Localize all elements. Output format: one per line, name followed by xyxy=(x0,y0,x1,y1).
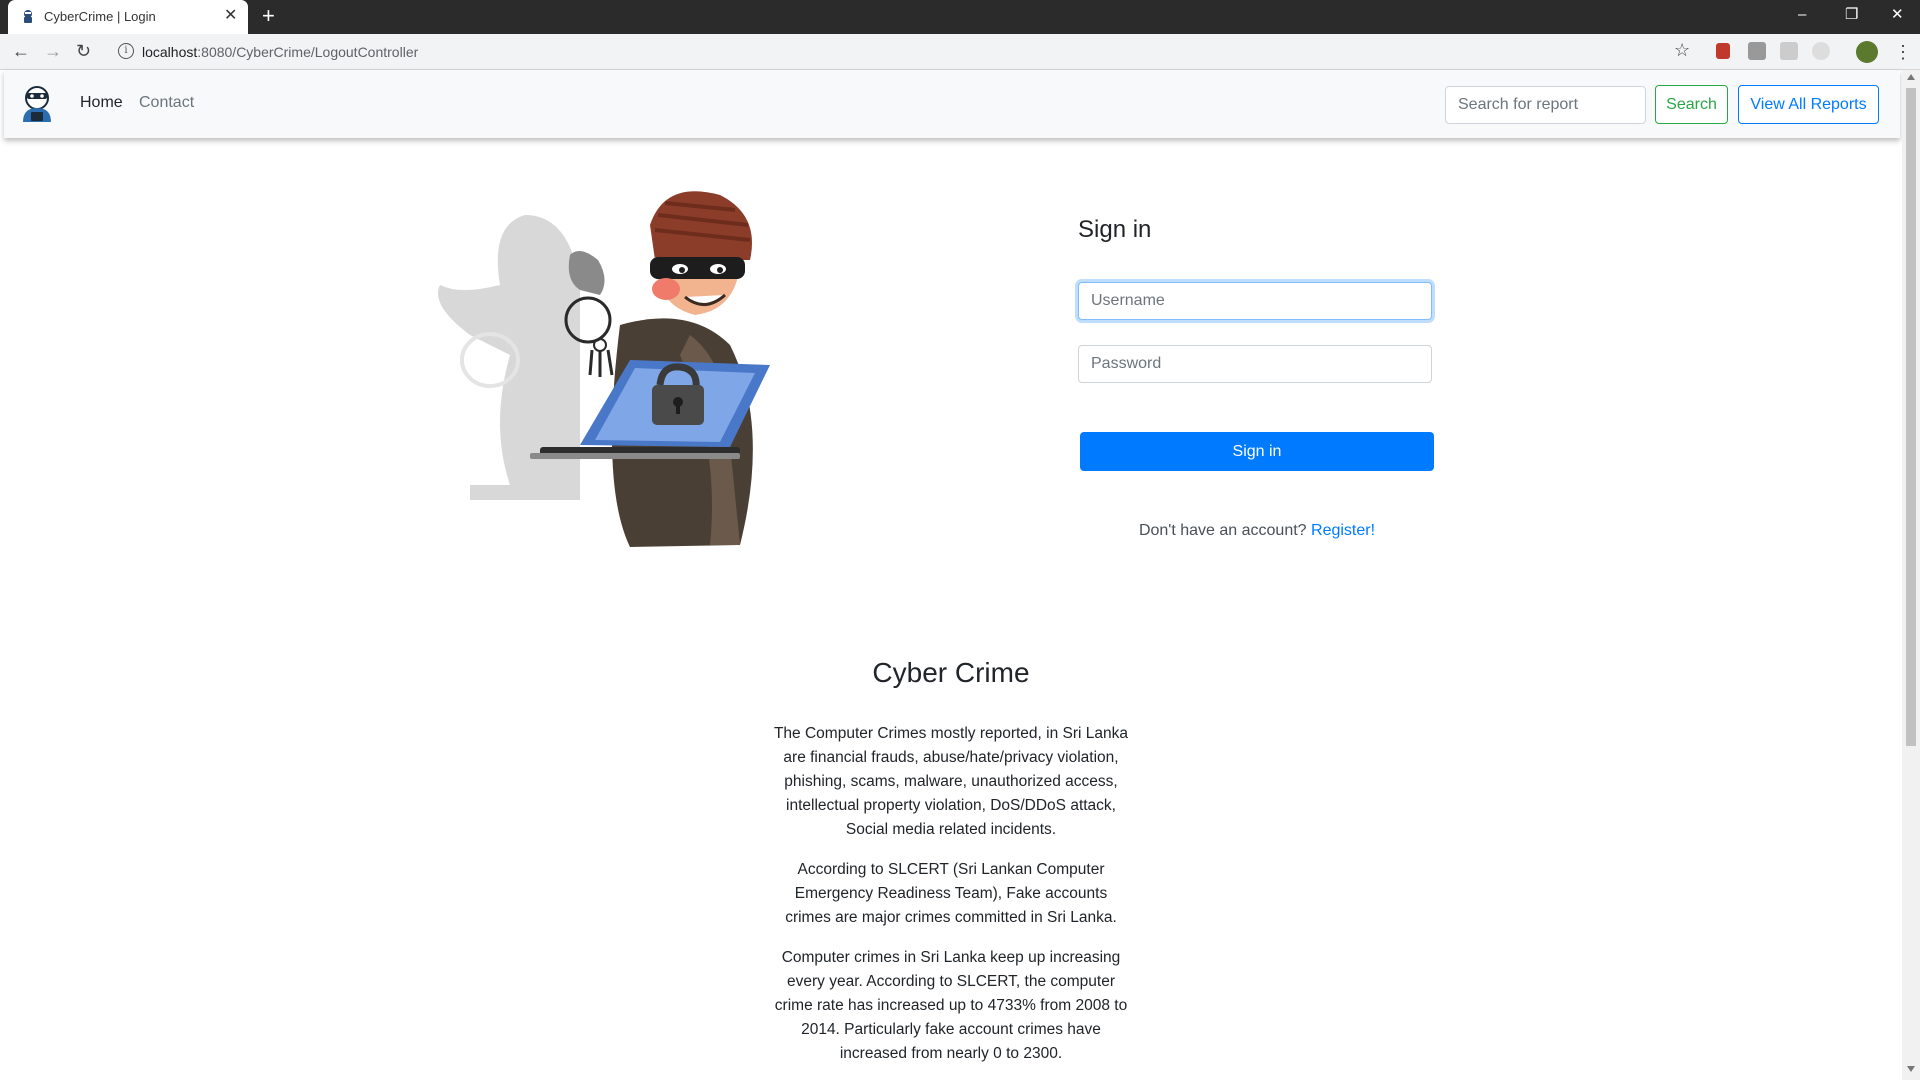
new-tab-icon[interactable]: + xyxy=(262,4,275,28)
site-info-icon[interactable]: i xyxy=(118,43,134,59)
scroll-thumb[interactable] xyxy=(1906,88,1916,746)
restore-icon[interactable]: ❐ xyxy=(1845,6,1858,24)
tab-title: CyberCrime | Login xyxy=(44,9,156,24)
page-scrollbar[interactable] xyxy=(1902,70,1920,1080)
about-paragraph: Computer crimes in Sri Lanka keep up inc… xyxy=(774,949,1128,1062)
password-field[interactable] xyxy=(1078,345,1432,383)
username-field[interactable] xyxy=(1078,282,1432,320)
minimize-icon[interactable]: – xyxy=(1798,6,1806,24)
address-bar[interactable]: i localhost:8080/CyberCrime/LogoutContro… xyxy=(110,39,1703,65)
browser-tabstrip: CyberCrime | Login ✕ + – ❐ ✕ xyxy=(0,0,1920,34)
pdf-extension-icon[interactable] xyxy=(1716,43,1730,59)
chrome-menu-icon[interactable]: ⋮ xyxy=(1894,42,1912,62)
forward-icon[interactable]: → xyxy=(44,41,62,61)
url-text: localhost:8080/CyberCrime/LogoutControll… xyxy=(142,44,419,60)
extension-icon[interactable] xyxy=(1812,42,1830,60)
reload-icon[interactable]: ↻ xyxy=(76,41,91,61)
about-title: Cyber Crime xyxy=(872,657,1030,688)
thief-laptop-illustration xyxy=(438,191,770,547)
tab-favicon-icon xyxy=(24,10,32,23)
search-button[interactable]: Search xyxy=(1655,85,1728,124)
signin-button[interactable]: Sign in xyxy=(1080,432,1434,471)
nav-home-link[interactable]: Home xyxy=(80,94,123,112)
nav-contact-link[interactable]: Contact xyxy=(139,94,194,112)
scroll-up-icon[interactable] xyxy=(1907,74,1915,80)
brand-logo-icon[interactable] xyxy=(18,84,56,124)
register-link[interactable]: Register! xyxy=(1311,522,1375,539)
report-search-input[interactable] xyxy=(1445,86,1646,124)
browser-toolbar: ← → ↻ i localhost:8080/CyberCrime/Logout… xyxy=(0,34,1920,70)
back-icon[interactable]: ← xyxy=(12,41,30,61)
profile-avatar[interactable] xyxy=(1856,41,1878,63)
register-prompt-text: Don't have an account? xyxy=(1138,522,1307,539)
extension-icon[interactable] xyxy=(1748,42,1766,60)
browser-tab[interactable]: CyberCrime | Login ✕ xyxy=(8,0,248,34)
about-paragraph: The Computer Crimes mostly reported, in … xyxy=(773,725,1129,838)
register-prompt: Don't have an account? Register! xyxy=(1080,522,1434,540)
close-window-icon[interactable]: ✕ xyxy=(1891,6,1904,24)
scroll-down-icon[interactable] xyxy=(1907,1066,1915,1072)
navbar: Home Contact Search View All Reports xyxy=(4,70,1900,138)
signin-title: Sign in xyxy=(1078,216,1152,243)
tab-close-icon[interactable]: ✕ xyxy=(224,7,237,25)
view-all-reports-button[interactable]: View All Reports xyxy=(1738,85,1879,124)
bookmark-star-icon[interactable]: ☆ xyxy=(1674,40,1690,61)
about-paragraph: According to SLCERT (Sri Lankan Computer… xyxy=(785,861,1117,926)
extension-icon[interactable] xyxy=(1780,42,1798,60)
